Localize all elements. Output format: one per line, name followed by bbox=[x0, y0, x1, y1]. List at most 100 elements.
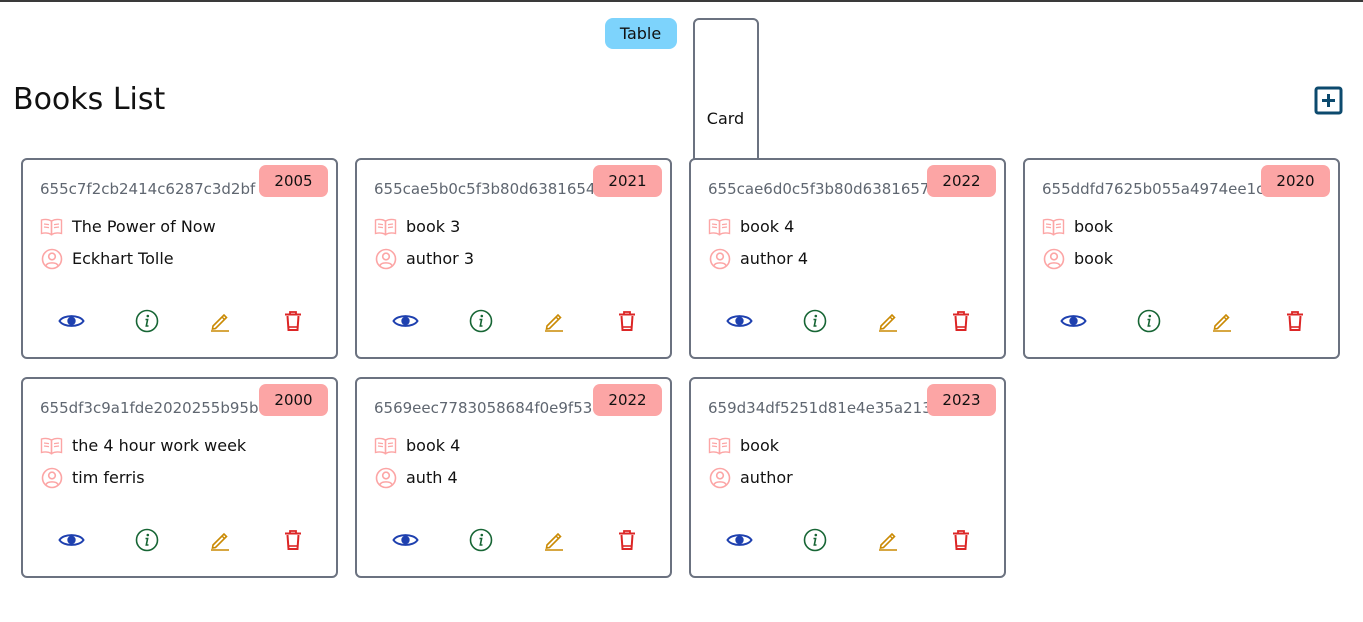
delete-button[interactable] bbox=[612, 525, 642, 555]
book-author: author 3 bbox=[406, 249, 474, 268]
book-card: 6569eec7783058684f0e9f53 2022 book 4 aut… bbox=[355, 377, 672, 578]
title-row: the 4 hour work week bbox=[40, 434, 246, 457]
year-badge: 2023 bbox=[927, 384, 996, 416]
trash-icon bbox=[619, 530, 635, 550]
info-circle-icon bbox=[469, 309, 493, 333]
info-button[interactable] bbox=[466, 525, 496, 555]
user-circle-icon bbox=[374, 466, 397, 489]
book-id: 655ddfd7625b055a4974ee1c bbox=[1042, 180, 1265, 198]
delete-button[interactable] bbox=[278, 306, 308, 336]
edit-button[interactable] bbox=[205, 525, 235, 555]
info-button[interactable] bbox=[800, 306, 830, 336]
book-title: book 4 bbox=[740, 217, 795, 236]
view-button[interactable] bbox=[724, 525, 754, 555]
title-row: book 3 bbox=[374, 215, 460, 238]
author-row: author 4 bbox=[708, 247, 808, 270]
book-id: 655df3c9a1fde2020255b95b bbox=[40, 399, 259, 417]
book-card: 655cae6d0c5f3b80d6381657 2022 book 4 aut… bbox=[689, 158, 1006, 359]
book-id: 655cae6d0c5f3b80d6381657 bbox=[708, 180, 930, 198]
view-button[interactable] bbox=[56, 306, 86, 336]
book-author: Eckhart Tolle bbox=[72, 249, 174, 268]
book-id: 655c7f2cb2414c6287c3d2bf bbox=[40, 180, 256, 198]
info-button[interactable] bbox=[132, 525, 162, 555]
book-title: book bbox=[1074, 217, 1113, 236]
edit-button[interactable] bbox=[539, 525, 569, 555]
plus-square-icon bbox=[1314, 86, 1343, 115]
info-button[interactable] bbox=[1134, 306, 1164, 336]
card-actions bbox=[691, 306, 1004, 336]
table-view-button[interactable]: Table bbox=[604, 18, 677, 49]
info-button[interactable] bbox=[132, 306, 162, 336]
info-circle-icon bbox=[803, 309, 827, 333]
pencil-icon bbox=[879, 313, 897, 332]
author-row: Eckhart Tolle bbox=[40, 247, 174, 270]
year-badge: 2021 bbox=[593, 165, 662, 197]
pencil-icon bbox=[211, 313, 229, 332]
author-row: author 3 bbox=[374, 247, 474, 270]
title-row: book 4 bbox=[374, 434, 460, 457]
add-book-button[interactable] bbox=[1314, 86, 1343, 115]
user-circle-icon bbox=[708, 466, 731, 489]
book-open-icon bbox=[40, 215, 63, 238]
book-open-icon bbox=[374, 434, 397, 457]
edit-button[interactable] bbox=[1207, 306, 1237, 336]
author-row: book bbox=[1042, 247, 1113, 270]
book-card: 655cae5b0c5f3b80d6381654 2021 book 3 aut… bbox=[355, 158, 672, 359]
book-card: 655df3c9a1fde2020255b95b 2000 the 4 hour… bbox=[21, 377, 338, 578]
info-circle-icon bbox=[1137, 309, 1161, 333]
user-circle-icon bbox=[1042, 247, 1065, 270]
book-open-icon bbox=[708, 434, 731, 457]
trash-icon bbox=[1287, 311, 1303, 331]
view-button[interactable] bbox=[724, 306, 754, 336]
book-id: 655cae5b0c5f3b80d6381654 bbox=[374, 180, 596, 198]
book-title: book 4 bbox=[406, 436, 461, 455]
year-badge: 2022 bbox=[593, 384, 662, 416]
book-open-icon bbox=[374, 215, 397, 238]
trash-icon bbox=[285, 530, 301, 550]
book-author: book bbox=[1074, 249, 1113, 268]
edit-button[interactable] bbox=[539, 306, 569, 336]
year-badge: 2005 bbox=[259, 165, 328, 197]
info-button[interactable] bbox=[800, 525, 830, 555]
book-open-icon bbox=[1042, 215, 1065, 238]
info-circle-icon bbox=[469, 528, 493, 552]
card-actions bbox=[357, 306, 670, 336]
view-button[interactable] bbox=[390, 306, 420, 336]
book-id: 659d34df5251d81e4e35a213 bbox=[708, 399, 932, 417]
view-button[interactable] bbox=[390, 525, 420, 555]
year-badge: 2022 bbox=[927, 165, 996, 197]
info-circle-icon bbox=[135, 309, 159, 333]
year-badge: 2000 bbox=[259, 384, 328, 416]
delete-button[interactable] bbox=[1280, 306, 1310, 336]
title-row: book bbox=[708, 434, 779, 457]
eye-icon bbox=[725, 315, 753, 327]
eye-icon bbox=[1059, 315, 1087, 327]
delete-button[interactable] bbox=[278, 525, 308, 555]
user-circle-icon bbox=[40, 466, 63, 489]
view-button[interactable] bbox=[1058, 306, 1088, 336]
eye-icon bbox=[57, 315, 85, 327]
author-row: author bbox=[708, 466, 793, 489]
title-row: book bbox=[1042, 215, 1113, 238]
trash-icon bbox=[285, 311, 301, 331]
book-card: 655c7f2cb2414c6287c3d2bf 2005 The Power … bbox=[21, 158, 338, 359]
trash-icon bbox=[619, 311, 635, 331]
book-title: book 3 bbox=[406, 217, 461, 236]
edit-button[interactable] bbox=[873, 306, 903, 336]
pencil-icon bbox=[545, 532, 563, 551]
view-button[interactable] bbox=[56, 525, 86, 555]
book-author: author 4 bbox=[740, 249, 808, 268]
edit-button[interactable] bbox=[205, 306, 235, 336]
info-button[interactable] bbox=[466, 306, 496, 336]
delete-button[interactable] bbox=[946, 306, 976, 336]
eye-icon bbox=[391, 315, 419, 327]
delete-button[interactable] bbox=[612, 306, 642, 336]
delete-button[interactable] bbox=[946, 525, 976, 555]
book-author: author bbox=[740, 468, 793, 487]
card-actions bbox=[691, 525, 1004, 555]
eye-icon bbox=[391, 534, 419, 546]
trash-icon bbox=[953, 530, 969, 550]
title-row: book 4 bbox=[708, 215, 794, 238]
author-row: tim ferris bbox=[40, 466, 145, 489]
edit-button[interactable] bbox=[873, 525, 903, 555]
